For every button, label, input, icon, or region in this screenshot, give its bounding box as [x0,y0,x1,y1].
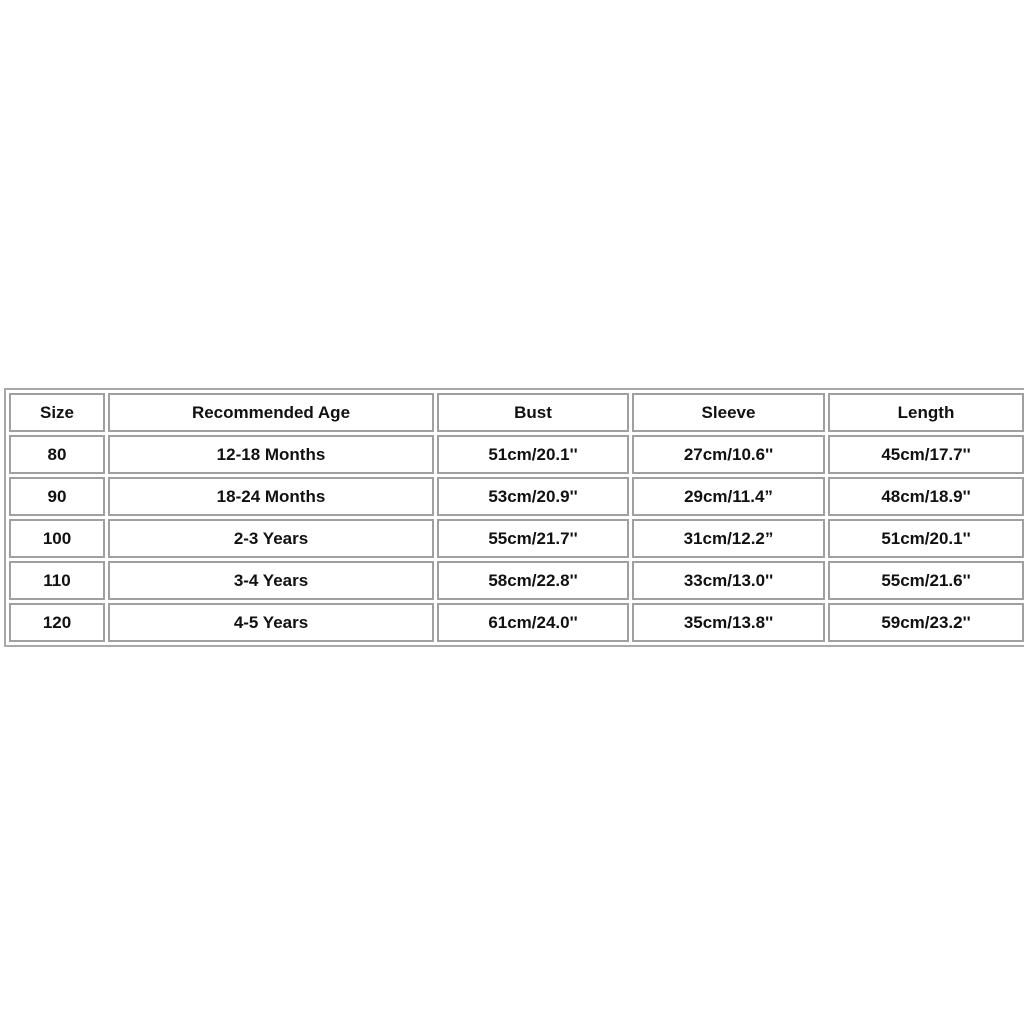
size-chart-table: Size Recommended Age Bust Sleeve Length … [4,388,1024,647]
cell-age: 4-5 Years [108,603,434,642]
cell-bust: 61cm/24.0'' [437,603,629,642]
cell-size: 90 [9,477,105,516]
table-row: 80 12-18 Months 51cm/20.1'' 27cm/10.6'' … [9,435,1024,474]
cell-size: 80 [9,435,105,474]
cell-sleeve: 35cm/13.8'' [632,603,825,642]
table-row: 100 2-3 Years 55cm/21.7'' 31cm/12.2” 51c… [9,519,1024,558]
cell-sleeve: 29cm/11.4” [632,477,825,516]
cell-bust: 55cm/21.7'' [437,519,629,558]
table-row: 110 3-4 Years 58cm/22.8'' 33cm/13.0'' 55… [9,561,1024,600]
cell-length: 55cm/21.6'' [828,561,1024,600]
cell-bust: 53cm/20.9'' [437,477,629,516]
table-row: 90 18-24 Months 53cm/20.9'' 29cm/11.4” 4… [9,477,1024,516]
header-size: Size [9,393,105,432]
cell-sleeve: 27cm/10.6'' [632,435,825,474]
header-bust: Bust [437,393,629,432]
cell-age: 12-18 Months [108,435,434,474]
cell-age: 3-4 Years [108,561,434,600]
cell-bust: 58cm/22.8'' [437,561,629,600]
cell-length: 59cm/23.2'' [828,603,1024,642]
table-row: 120 4-5 Years 61cm/24.0'' 35cm/13.8'' 59… [9,603,1024,642]
cell-age: 2-3 Years [108,519,434,558]
cell-age: 18-24 Months [108,477,434,516]
header-recommended-age: Recommended Age [108,393,434,432]
header-row: Size Recommended Age Bust Sleeve Length [9,393,1024,432]
cell-length: 45cm/17.7'' [828,435,1024,474]
cell-sleeve: 31cm/12.2” [632,519,825,558]
cell-size: 110 [9,561,105,600]
header-sleeve: Sleeve [632,393,825,432]
cell-bust: 51cm/20.1'' [437,435,629,474]
cell-size: 100 [9,519,105,558]
cell-size: 120 [9,603,105,642]
cell-sleeve: 33cm/13.0'' [632,561,825,600]
header-length: Length [828,393,1024,432]
cell-length: 48cm/18.9'' [828,477,1024,516]
cell-length: 51cm/20.1'' [828,519,1024,558]
